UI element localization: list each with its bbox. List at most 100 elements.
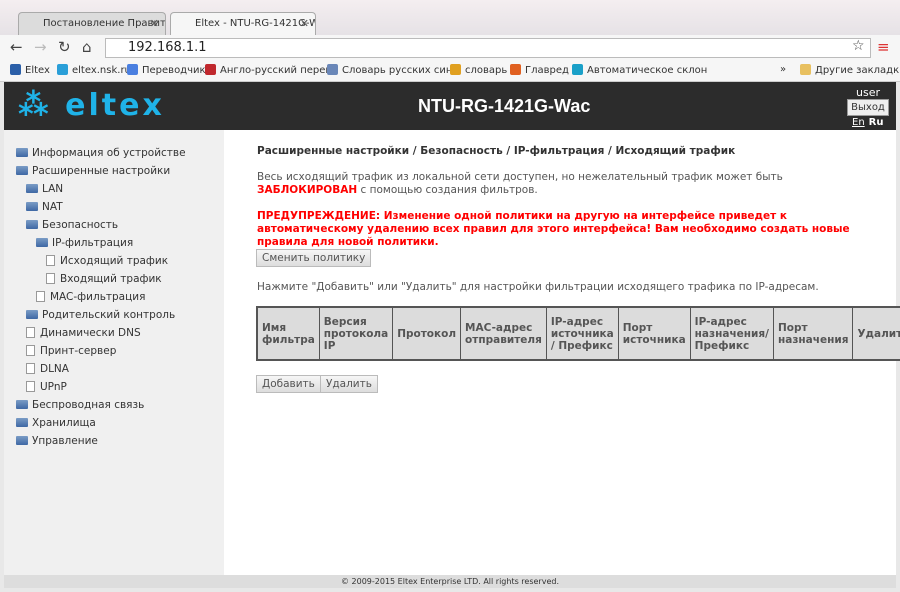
blocked-text: ЗАБЛОКИРОВАН	[257, 184, 358, 196]
bookmark[interactable]: Англо-русский перево	[205, 64, 337, 76]
sidebar-item-label: Исходящий трафик	[60, 255, 169, 267]
sidebar-item-label: Безопасность	[42, 219, 119, 231]
column-header: Порт назначения	[772, 306, 854, 361]
page-icon	[46, 273, 55, 284]
bookmark[interactable]: Главред	[510, 64, 569, 76]
bookmark[interactable]: Переводчик	[127, 64, 206, 76]
column-header: MAC-адрес отправителя	[460, 306, 547, 361]
bookmark-icon	[327, 64, 338, 75]
footer: © 2009-2015 Eltex Enterprise LTD. All ri…	[4, 575, 896, 588]
add-button[interactable]: Добавить	[256, 375, 321, 393]
bookmark[interactable]: Автоматическое склон	[572, 64, 707, 76]
sidebar-item[interactable]: Безопасность	[26, 219, 118, 231]
folder-icon	[16, 148, 28, 157]
bookmark-icon	[10, 64, 21, 75]
eltex-logo: ⁂ eltex	[18, 88, 165, 123]
bookmark-icon	[450, 64, 461, 75]
sidebar-item[interactable]: MAC-фильтрация	[36, 291, 145, 303]
page-icon	[26, 345, 35, 356]
sidebar-item[interactable]: Исходящий трафик	[46, 255, 168, 267]
page-icon	[26, 327, 35, 338]
filter-table: Имя фильтра Версия протокола IP Протокол MA…	[256, 306, 900, 361]
close-icon[interactable]: ✕	[300, 17, 309, 30]
sidebar-item-label: Динамически DNS	[40, 327, 141, 339]
main-content: Расширенные настройки / Безопасность / I…	[224, 130, 900, 575]
sidebar-item-label: DLNA	[40, 363, 69, 375]
sidebar-item-label: UPnP	[40, 381, 67, 393]
tab-bar: Постановление Правитель✕ Eltex - NTU-RG-…	[0, 0, 900, 35]
sidebar-item[interactable]: NAT	[26, 201, 63, 213]
folder-icon	[16, 418, 28, 427]
column-header: IP-адрес источника / Префикс	[545, 306, 619, 361]
desc-text: Весь исходящий трафик из локальной сети …	[257, 171, 783, 183]
bookmark[interactable]: eltex.nsk.ru	[57, 64, 131, 76]
column-header: Протокол	[392, 306, 462, 361]
warning-text: ПРЕДУПРЕЖДЕНИЕ: Изменение одной политики…	[257, 210, 850, 248]
sidebar-item[interactable]: Расширенные настройки	[16, 165, 170, 177]
sidebar-item[interactable]: Информация об устройстве	[16, 147, 186, 159]
desc-text: с помощью создания фильтров.	[357, 184, 538, 196]
column-header: IP-адрес назначения/ Префикс	[689, 306, 774, 361]
forward-icon[interactable]: →	[34, 38, 47, 56]
folder-icon	[26, 184, 38, 193]
more-bookmarks-icon[interactable]: »	[780, 64, 786, 75]
sidebar-item[interactable]: DLNA	[26, 363, 69, 375]
sidebar-item-label: Беспроводная связь	[32, 399, 145, 411]
close-icon[interactable]: ✕	[150, 17, 159, 30]
sidebar-item-label: Хранилища	[32, 417, 96, 429]
column-header: Удалить	[852, 306, 900, 361]
sidebar-item-label: Расширенные настройки	[32, 165, 171, 177]
url-input[interactable]: 192.168.1.1	[105, 38, 871, 58]
star-icon[interactable]: ☆	[852, 38, 865, 54]
breadcrumb: Расширенные настройки / Безопасность / I…	[257, 145, 736, 157]
bookmark[interactable]: словарь	[450, 64, 507, 76]
sidebar-item[interactable]: Входящий трафик	[46, 273, 162, 285]
other-bookmarks[interactable]: Другие закладки	[800, 64, 900, 76]
bookmark-icon	[205, 64, 216, 75]
sidebar-item[interactable]: Родительский контроль	[26, 309, 175, 321]
device-model: NTU-RG-1421G-Wac	[418, 96, 591, 116]
lang-ru[interactable]: Ru	[869, 117, 884, 128]
sidebar-item[interactable]: Принт-сервер	[26, 345, 116, 357]
home-icon[interactable]: ⌂	[82, 38, 92, 56]
folder-icon	[36, 238, 48, 247]
change-policy-button[interactable]: Сменить политику	[256, 249, 372, 267]
tab-label: Eltex - NTU-RG-1421G-Wac	[195, 18, 315, 29]
bookmark[interactable]: Eltex	[10, 64, 50, 76]
bookmark-icon	[127, 64, 138, 75]
column-header: Порт источника	[617, 306, 691, 361]
sidebar-item-label: Управление	[32, 435, 98, 447]
description: Весь исходящий трафик из локальной сети …	[257, 171, 872, 197]
reload-icon[interactable]: ↻	[58, 38, 71, 56]
sidebar-item-label: Информация об устройстве	[32, 147, 186, 159]
sidebar-item[interactable]: Динамически DNS	[26, 327, 141, 339]
tab-rg[interactable]: Постановление Правитель✕	[18, 12, 166, 35]
sidebar-item[interactable]: Управление	[16, 435, 98, 447]
bookmark-label: словарь	[465, 65, 508, 76]
sidebar-item[interactable]: UPnP	[26, 381, 67, 393]
sidebar-item-label: Родительский контроль	[42, 309, 176, 321]
sidebar-item[interactable]: Беспроводная связь	[16, 399, 144, 411]
folder-icon	[26, 202, 38, 211]
sidebar-item[interactable]: LAN	[26, 183, 63, 195]
sidebar: Информация об устройстве Расширенные наст…	[4, 130, 224, 575]
sidebar-item-label: Входящий трафик	[60, 273, 162, 285]
bookmark-icon	[572, 64, 583, 75]
tab-eltex[interactable]: Eltex - NTU-RG-1421G-Wac✕	[170, 12, 316, 35]
back-icon[interactable]: ←	[10, 38, 23, 56]
bookmark-label: Переводчик	[142, 65, 206, 76]
sidebar-item[interactable]: Хранилища	[16, 417, 96, 429]
hint-text: Нажмите "Добавить" или "Удалить" для нас…	[257, 281, 819, 293]
sidebar-item-label: IP-фильтрация	[52, 237, 134, 249]
header: ⁂ eltex NTU-RG-1421G-Wac user Выход En Ru	[4, 82, 896, 130]
column-header: Имя фильтра	[256, 306, 320, 361]
menu-icon[interactable]: ≡	[877, 38, 890, 56]
lang-en[interactable]: En	[852, 117, 865, 128]
bookmark-label: Другие закладки	[815, 65, 900, 76]
sidebar-item[interactable]: IP-фильтрация	[36, 237, 133, 249]
logout-button[interactable]: Выход	[847, 99, 889, 116]
sidebar-item-label: MAC-фильтрация	[50, 291, 146, 303]
bookmark[interactable]: Словарь русских сино	[327, 64, 458, 76]
delete-button[interactable]: Удалить	[320, 375, 378, 393]
sidebar-item-label: Принт-сервер	[40, 345, 117, 357]
